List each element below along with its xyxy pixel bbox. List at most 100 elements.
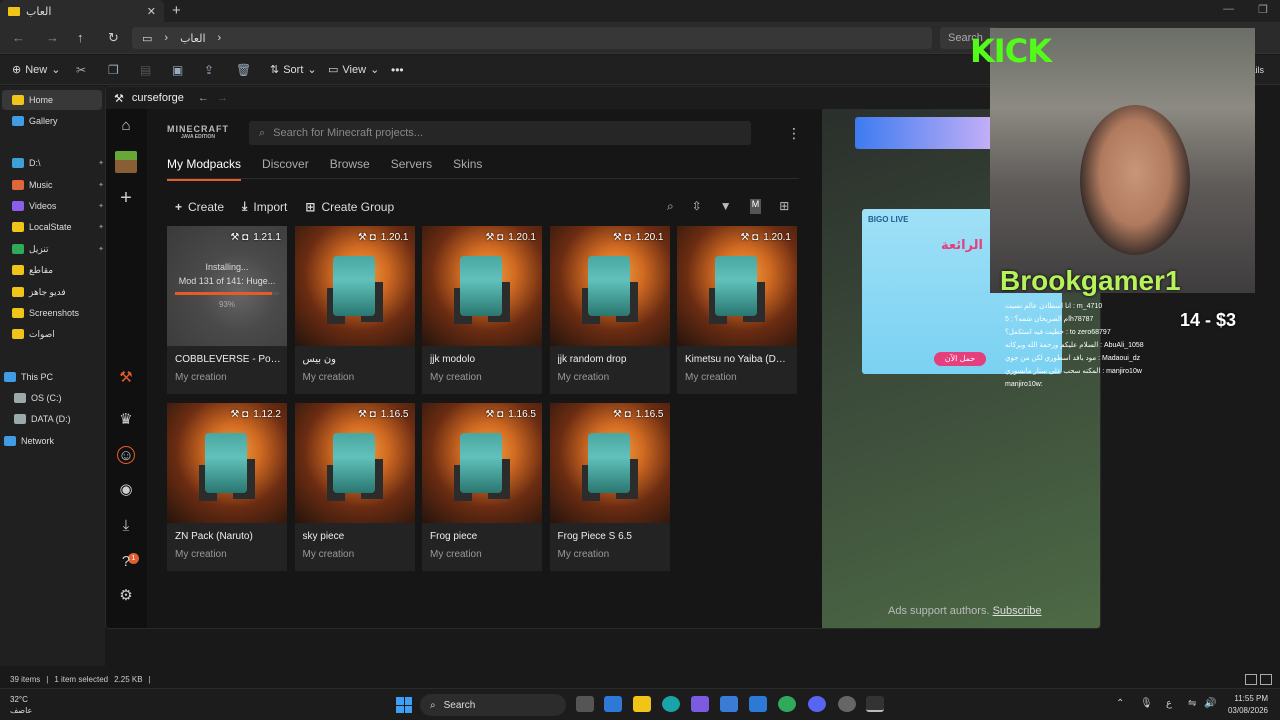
bigo-banner-ad[interactable]: [855, 117, 995, 149]
search-icon[interactable]: ⌕: [667, 199, 674, 214]
modpack-card[interactable]: ⚒ ◘ 1.21.1 Installing... Mod 131 of 141: Hu…: [167, 226, 287, 394]
copilot-icon[interactable]: [691, 696, 709, 712]
close-tab-icon[interactable]: ✕: [147, 5, 156, 18]
sidebar-item[interactable]: Network: [4, 431, 96, 451]
start-button[interactable]: [396, 697, 412, 713]
sidebar-item[interactable]: D:\ ✦: [12, 153, 104, 173]
refresh-icon[interactable]: ↻: [108, 30, 119, 46]
edge-icon[interactable]: [662, 696, 680, 712]
back-icon[interactable]: ←: [198, 92, 209, 104]
store-icon[interactable]: [720, 696, 738, 712]
pin-icon[interactable]: ✦: [98, 181, 104, 189]
crown-icon[interactable]: ♛: [117, 411, 135, 429]
sidebar-item[interactable]: DATA (D:): [14, 409, 106, 429]
up-icon[interactable]: ↑: [77, 30, 84, 45]
modpack-card[interactable]: ⚒ ◘ 1.16.5 sky piece My creation: [294, 403, 415, 571]
discord-icon[interactable]: ◉: [117, 481, 135, 499]
path-box[interactable]: ▭ › العاب ›: [132, 27, 932, 49]
pen-app-icon[interactable]: [604, 696, 622, 712]
sidebar-item[interactable]: اصوات: [12, 324, 104, 344]
sidebar-item[interactable]: تنزيل ✦: [12, 239, 104, 259]
tools-icon[interactable]: ⚒: [117, 369, 135, 387]
modpack-thumbnail: [167, 403, 287, 523]
curseforge-taskbar-icon[interactable]: [866, 696, 884, 712]
filter-icon[interactable]: ▼: [720, 199, 732, 214]
back-icon[interactable]: ←: [12, 30, 25, 45]
kick-logo: KICK: [970, 32, 1052, 70]
microphone-icon[interactable]: 🎙: [1140, 698, 1153, 709]
new-button[interactable]: ⊕ New ⌄: [12, 63, 60, 77]
pin-icon[interactable]: ✦: [98, 159, 104, 167]
create-button[interactable]: + Create: [175, 199, 224, 214]
explorer-tab[interactable]: العاب ✕: [0, 0, 164, 22]
tiles-view-icon[interactable]: [1260, 674, 1272, 685]
xbox-icon[interactable]: [778, 696, 796, 712]
delete-icon[interactable]: 🗑: [236, 63, 251, 77]
modpack-card[interactable]: ⚒ ◘ 1.16.5 Frog piece My creation: [422, 403, 542, 571]
sidebar-item[interactable]: Videos ✦: [12, 196, 104, 216]
cut-icon[interactable]: ✂: [76, 63, 86, 77]
sort-icon[interactable]: ⇳: [692, 199, 702, 214]
network-icon[interactable]: ⇋: [1188, 698, 1196, 709]
maximize-icon[interactable]: ❐: [1258, 3, 1268, 16]
paste-icon[interactable]: ▤: [140, 63, 151, 77]
modpack-card[interactable]: ⚒ ◘ 1.16.5 Frog Piece S 6.5 My creation: [549, 403, 670, 571]
sidebar-item[interactable]: فديو جاهز: [12, 282, 104, 302]
help-icon[interactable]: ?: [117, 553, 135, 571]
obs-icon[interactable]: [838, 696, 856, 712]
copy-icon[interactable]: ❐: [108, 63, 119, 77]
home-icon[interactable]: ⌂: [117, 117, 135, 135]
sidebar-item[interactable]: Gallery: [12, 111, 104, 131]
kebab-menu-icon[interactable]: ⋮: [787, 125, 801, 142]
pin-icon[interactable]: ✦: [98, 202, 104, 210]
clock[interactable]: 11:55 PM 03/08/2026: [1228, 693, 1268, 717]
modpack-card[interactable]: ⚒ ◘ 1.20.1 jjk random drop My creation: [549, 226, 670, 394]
grid-view-icon[interactable]: ⊞: [779, 199, 789, 214]
more-icon[interactable]: •••: [391, 63, 404, 77]
sort-label: Sort: [283, 63, 304, 76]
sidebar-item[interactable]: OS (C:): [14, 388, 106, 408]
sidebar-item[interactable]: This PC: [4, 367, 96, 387]
download-icon[interactable]: ⤓: [117, 517, 135, 535]
task-view-icon[interactable]: [576, 696, 594, 712]
create-group-button[interactable]: ⊞ Create Group: [305, 199, 394, 214]
sidebar-item[interactable]: LocalState ✦: [12, 217, 104, 237]
modpack-card[interactable]: ⚒ ◘ 1.20.1 Kimetsu no Yaiba (Dem... My crea…: [677, 226, 797, 394]
minimize-icon[interactable]: —: [1223, 3, 1234, 16]
import-button[interactable]: ⤓ Import: [242, 199, 287, 214]
tray-chevron-icon[interactable]: ⌃: [1116, 698, 1124, 709]
forward-icon[interactable]: →: [217, 92, 228, 104]
settings-icon[interactable]: ⚙: [117, 587, 135, 605]
sidebar-item[interactable]: مقاطع: [12, 260, 104, 280]
forward-icon[interactable]: →: [46, 30, 59, 45]
bigo-download-button[interactable]: حمل الآن: [934, 352, 986, 366]
sidebar-item[interactable]: Home: [2, 90, 102, 110]
new-tab-icon[interactable]: +: [172, 2, 181, 19]
minecraft-game-icon[interactable]: [115, 151, 137, 173]
details-view-icon[interactable]: [1245, 674, 1257, 685]
sidebar-item[interactable]: Screenshots: [12, 303, 104, 323]
share-icon[interactable]: ⇪: [204, 63, 214, 77]
project-search-input[interactable]: ⌕ Search for Minecraft projects...: [249, 121, 751, 145]
input-language[interactable]: ع: [1166, 698, 1172, 709]
weather-widget[interactable]: 32°C عاصف: [10, 694, 32, 716]
taskbar-search[interactable]: ⌕ Search: [420, 694, 566, 716]
modpack-card[interactable]: ⚒ ◘ 1.20.1 ون بيس My creation: [294, 226, 415, 394]
rename-icon[interactable]: ▣: [172, 63, 183, 77]
mail-icon[interactable]: [749, 696, 767, 712]
sort-button[interactable]: ⇅ Sort ⌄: [270, 63, 317, 77]
modpack-card[interactable]: ⚒ ◘ 1.20.1 jjk modolo My creation: [422, 226, 542, 394]
volume-icon[interactable]: 🔊: [1204, 698, 1216, 709]
add-game-icon[interactable]: +: [117, 188, 135, 208]
modpack-card[interactable]: ⚒ ◘ 1.12.2 ZN Pack (Naruto) My creation: [167, 403, 287, 571]
path-segment[interactable]: العاب: [180, 32, 205, 45]
subscribe-link[interactable]: Subscribe: [993, 605, 1042, 617]
avatar[interactable]: ☺: [117, 446, 135, 464]
sidebar-item[interactable]: Music ✦: [12, 175, 104, 195]
pin-icon[interactable]: ✦: [98, 223, 104, 231]
m-view-icon[interactable]: M: [749, 199, 762, 214]
view-button[interactable]: ▭ View ⌄: [328, 63, 379, 77]
file-explorer-icon[interactable]: [633, 696, 651, 712]
discord-icon[interactable]: [808, 696, 826, 712]
pin-icon[interactable]: ✦: [98, 245, 104, 253]
